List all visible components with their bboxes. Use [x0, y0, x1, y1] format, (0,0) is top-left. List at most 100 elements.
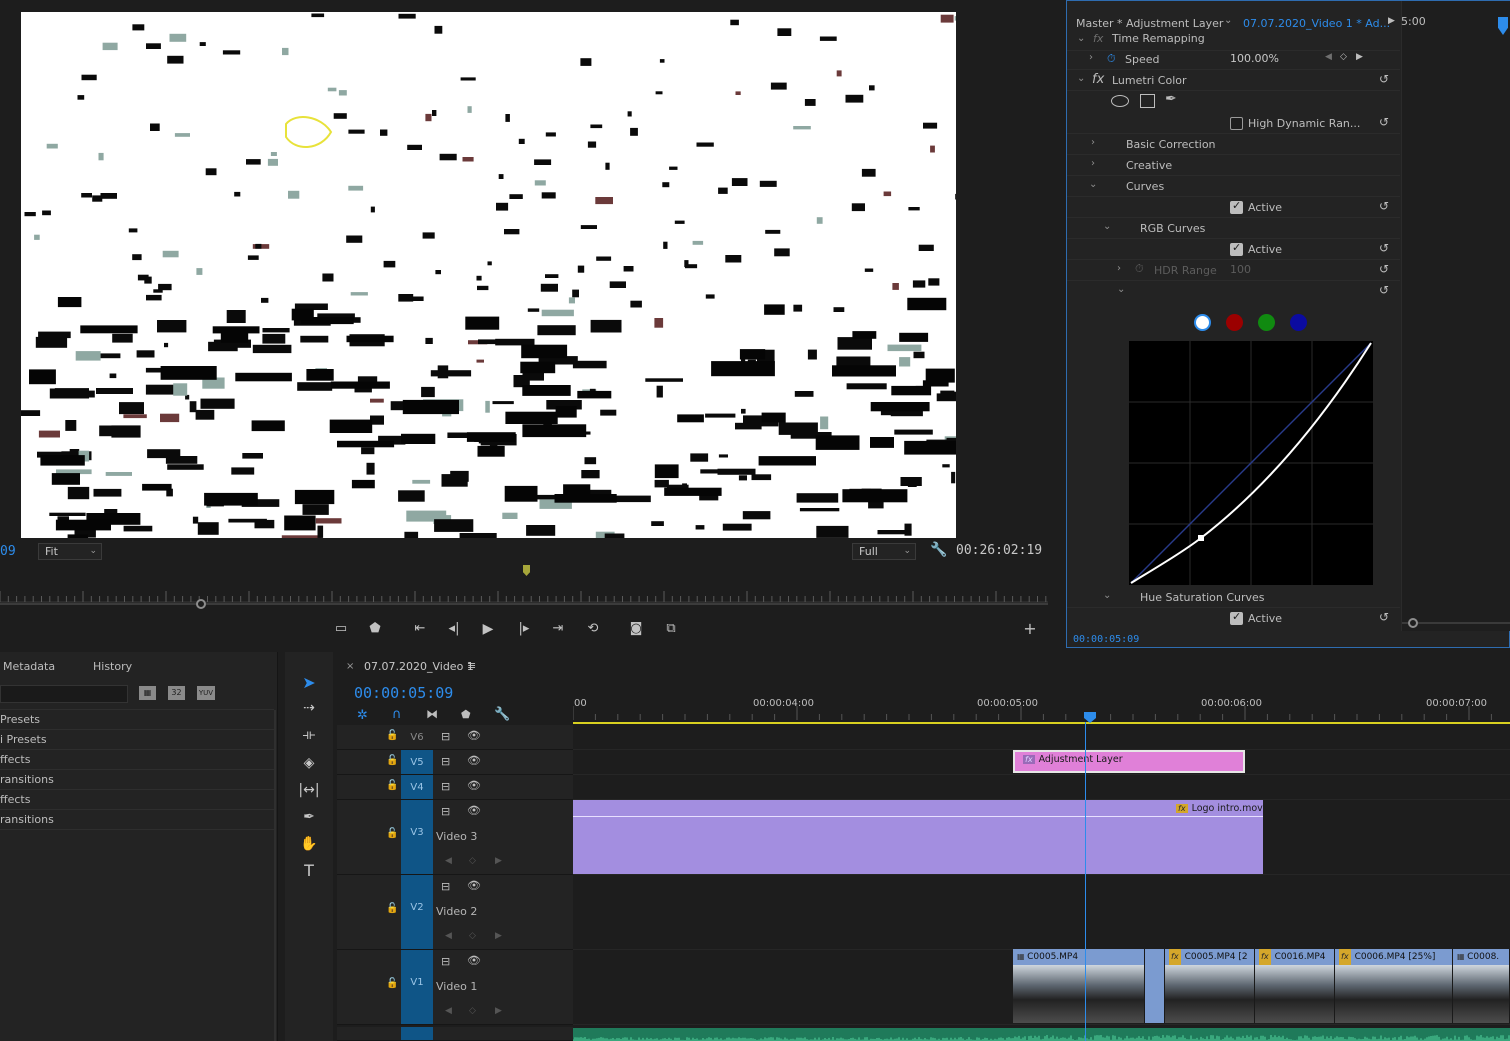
zoom-scroll-track[interactable]: [0, 603, 1048, 605]
camera-icon[interactable]: ◙: [625, 619, 647, 639]
track-header-v6[interactable]: 🔓 V6 ⊟ 👁: [337, 725, 573, 750]
reset-icon[interactable]: ↺: [1379, 241, 1389, 255]
curve-editor-row[interactable]: ⌄ ↺: [1067, 281, 1400, 302]
zoom-scroll-handle[interactable]: [196, 599, 206, 609]
keyframe-icon[interactable]: ◇: [1340, 52, 1347, 62]
eye-icon[interactable]: 👁: [467, 954, 481, 967]
track-target-v5[interactable]: V5: [401, 750, 433, 774]
effects-list-item[interactable]: ransitions: [0, 810, 274, 830]
track-target-v2[interactable]: V2: [401, 875, 433, 949]
logo-intro-clip[interactable]: fx Logo intro.mov: [573, 800, 1263, 874]
prev-keyframe-icon[interactable]: ◀: [445, 1006, 452, 1016]
next-keyframe-icon[interactable]: ▶: [495, 931, 502, 941]
adjustment-layer-clip[interactable]: fx Adjustment Layer: [1013, 750, 1245, 773]
red-channel-button[interactable]: [1226, 314, 1243, 331]
prev-keyframe-icon[interactable]: ◀: [445, 856, 452, 866]
ellipse-mask-icon[interactable]: [1111, 95, 1129, 107]
curves-row[interactable]: ⌄ Curves: [1067, 176, 1400, 197]
32bit-filter-icon[interactable]: 32: [168, 686, 185, 700]
timeline-ruler[interactable]: 00 00:00:04:00 00:00:05:00 00:00:06:00 0…: [572, 692, 1510, 724]
tab-history[interactable]: History: [93, 660, 132, 673]
hdr-range-row[interactable]: › ⏱ HDR Range 100 ↺: [1067, 260, 1400, 281]
sync-lock-icon[interactable]: ⊟: [441, 955, 450, 968]
next-keyframe-icon[interactable]: ▶: [1356, 52, 1363, 62]
track-header-v4[interactable]: 🔓 V4 ⊟ 👁: [337, 775, 573, 800]
chevron-down-icon[interactable]: ⌄: [1224, 15, 1232, 26]
add-marker-icon[interactable]: ⬟: [364, 619, 386, 639]
v1-clip-4[interactable]: fx C0006.MP4 [25%]: [1335, 949, 1453, 1023]
stopwatch-icon[interactable]: ⏱: [1107, 52, 1116, 66]
rgb-curves-row[interactable]: ⌄ RGB Curves: [1067, 218, 1400, 239]
green-channel-button[interactable]: [1258, 314, 1275, 331]
hue-sat-active-checkbox[interactable]: [1230, 610, 1243, 625]
rectangle-mask-icon[interactable]: [1140, 94, 1155, 108]
track-header-v3[interactable]: 🔓 V3 ⊟ 👁 Video 3 ◀ ◇ ▶: [337, 800, 573, 875]
rgb-active-checkbox[interactable]: [1230, 241, 1243, 256]
lane-v4[interactable]: [573, 775, 1510, 800]
lane-v2[interactable]: [573, 875, 1510, 950]
effect-mini-timeline[interactable]: 5:00: [1401, 1, 1510, 631]
v1-gap-clip[interactable]: [1145, 949, 1165, 1023]
lock-icon[interactable]: 🔓: [386, 730, 398, 741]
creative-row[interactable]: › Creative: [1067, 155, 1400, 176]
blue-channel-button[interactable]: [1290, 314, 1307, 331]
speed-row[interactable]: › ⏱ Speed 100.00% ◀ ◇ ▶: [1067, 49, 1400, 70]
eye-icon[interactable]: 👁: [467, 879, 481, 892]
sync-lock-icon[interactable]: ⊟: [441, 755, 450, 768]
hue-sat-row[interactable]: ⌄ Hue Saturation Curves: [1067, 587, 1400, 608]
ec-scroll-handle[interactable]: [1408, 618, 1418, 628]
yuv-filter-icon[interactable]: YUV: [197, 686, 215, 700]
loop-icon[interactable]: ⟲: [582, 619, 604, 639]
snap-nest-icon[interactable]: ✲: [357, 708, 368, 723]
v1-clip-1[interactable]: ▦ C0005.MP4: [1013, 949, 1145, 1023]
effects-scrollbar[interactable]: [274, 710, 276, 1041]
zoom-dropdown[interactable]: Fit ⌄: [38, 543, 102, 560]
pen-tool-icon[interactable]: ✒: [297, 806, 321, 828]
wrench-icon[interactable]: 🔧: [494, 707, 510, 722]
ec-current-time[interactable]: 00:00:05:09: [1073, 634, 1139, 645]
effects-list-item[interactable]: ransitions: [0, 770, 274, 790]
marker-icon[interactable]: [523, 565, 530, 576]
lock-icon[interactable]: 🔓: [386, 828, 398, 839]
next-keyframe-icon[interactable]: ▶: [495, 856, 502, 866]
eye-icon[interactable]: 👁: [467, 804, 481, 817]
step-back-icon[interactable]: ◂|: [443, 619, 465, 639]
effects-list-item[interactable]: i Presets: [0, 730, 274, 750]
track-header-v2[interactable]: 🔓 V2 ⊟ 👁 Video 2 ◀ ◇ ▶: [337, 875, 573, 950]
prev-keyframe-icon[interactable]: ◀: [445, 931, 452, 941]
mark-in-icon[interactable]: ⇤: [409, 619, 431, 639]
hdr-checkbox[interactable]: [1230, 117, 1243, 130]
eye-icon[interactable]: 👁: [467, 729, 481, 742]
ec-playhead[interactable]: [1498, 17, 1508, 35]
comparison-view-icon[interactable]: ⧉: [660, 619, 682, 639]
sequence-label[interactable]: 07.07.2020_Video 1 * Ad...: [1243, 17, 1389, 30]
linked-selection-icon[interactable]: ⧓: [426, 707, 438, 721]
rgb-curve-editor[interactable]: [1129, 341, 1373, 585]
wrench-icon[interactable]: 🔧: [930, 542, 947, 558]
sync-lock-icon[interactable]: ⊟: [441, 805, 450, 818]
track-header-a1[interactable]: [337, 1027, 573, 1041]
close-icon[interactable]: ×: [346, 661, 354, 672]
v1-clip-3[interactable]: fx C0016.MP4: [1255, 949, 1335, 1023]
time-remapping-row[interactable]: ⌄ fx Time Remapping: [1067, 30, 1400, 51]
v1-clip-5[interactable]: ▦ C0008.: [1453, 949, 1510, 1023]
ec-scroll-track[interactable]: [1402, 622, 1510, 624]
prev-keyframe-icon[interactable]: ◀: [1325, 52, 1332, 62]
add-button-icon[interactable]: +: [1019, 619, 1041, 639]
keyframe-icon[interactable]: ◇: [469, 856, 476, 866]
track-target-a1[interactable]: [401, 1027, 433, 1040]
slip-tool-icon[interactable]: |↔|: [297, 779, 321, 801]
reset-icon[interactable]: ↺: [1379, 283, 1389, 297]
lock-icon[interactable]: 🔓: [386, 978, 398, 989]
reset-icon[interactable]: ↺: [1379, 199, 1389, 213]
play-icon[interactable]: ▶: [477, 619, 499, 639]
safe-margins-icon[interactable]: ▭: [330, 619, 352, 639]
eye-icon[interactable]: 👁: [467, 754, 481, 767]
track-select-tool-icon[interactable]: ⇢: [297, 697, 321, 719]
pen-mask-icon[interactable]: ✒: [1165, 91, 1177, 107]
lane-v6[interactable]: [573, 725, 1510, 750]
program-ruler[interactable]: [0, 583, 1048, 603]
track-header-v1[interactable]: 🔓 V1 ⊟ 👁 Video 1 ◀ ◇ ▶: [337, 950, 573, 1025]
snap-magnet-icon[interactable]: ∩: [392, 707, 402, 722]
tab-metadata[interactable]: Metadata: [3, 660, 55, 673]
